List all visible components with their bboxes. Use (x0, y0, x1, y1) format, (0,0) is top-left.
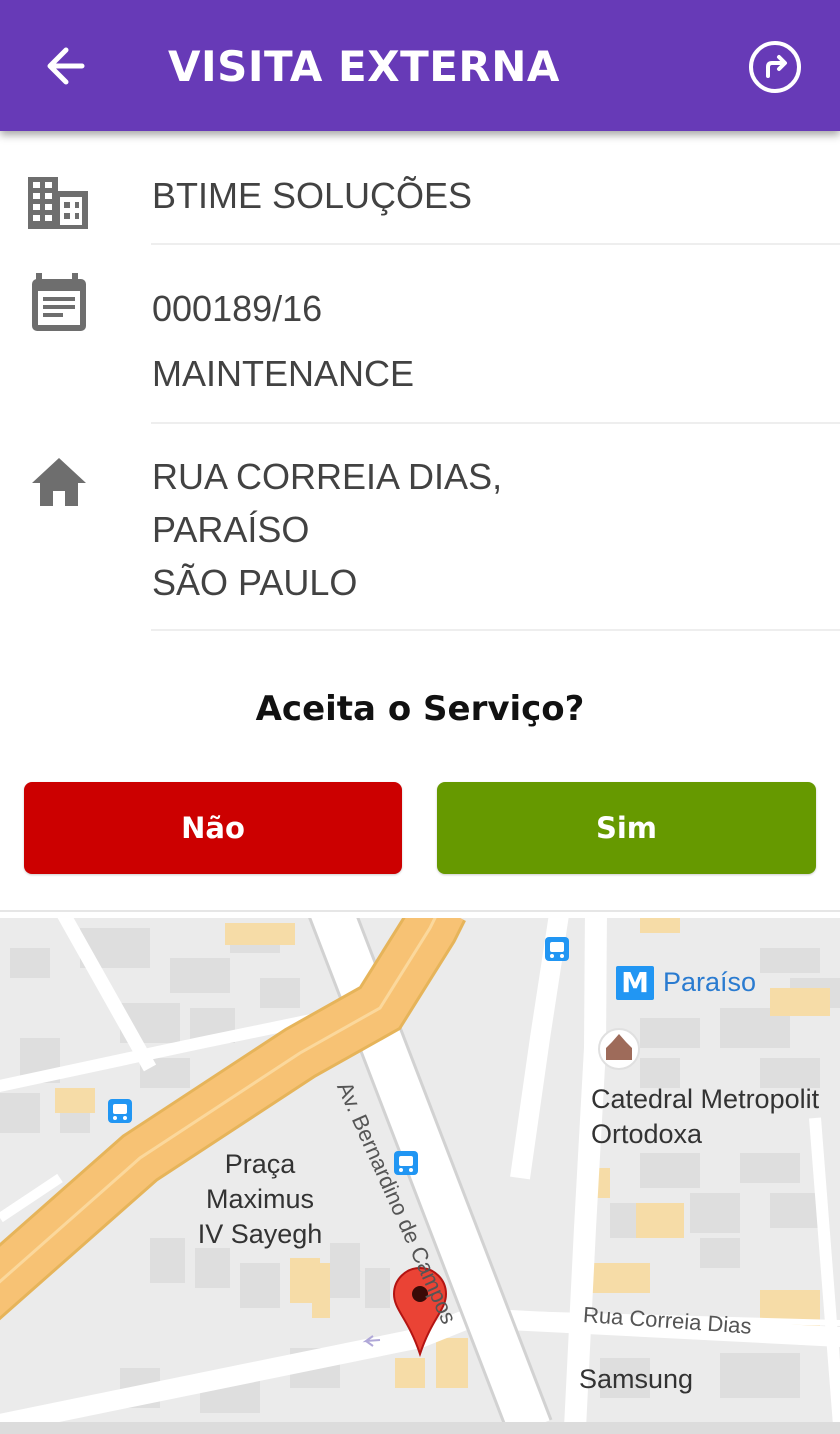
home-icon (32, 458, 86, 506)
order-number: 000189/16 (152, 288, 323, 329)
map-label-square: Maximus (205, 1184, 314, 1214)
bottom-edge (0, 1422, 840, 1434)
bus-stop-icon (108, 1099, 132, 1123)
address-row: RUA CORREIA DIAS, PARAÍSO SÃO PAULO (0, 424, 840, 630)
divider (0, 910, 840, 912)
address-district: PARAÍSO (152, 509, 310, 550)
bus-stop-icon (394, 1151, 418, 1175)
map-label-metro: Paraíso (663, 967, 757, 997)
church-icon (598, 1028, 640, 1070)
divider (151, 629, 840, 631)
app-bar: VISITA EXTERNA (0, 0, 840, 131)
order-type: MAINTENANCE (152, 353, 415, 394)
company-name: BTIME SOLUÇÕES (152, 175, 473, 216)
accept-button[interactable]: Sim (437, 782, 816, 874)
directions-icon (749, 41, 801, 93)
map-label-cathedral: Catedral Metropolit (591, 1084, 820, 1114)
order-row: 000189/16 MAINTENANCE (0, 245, 840, 423)
page-title: VISITA EXTERNA (168, 42, 560, 91)
business-icon (28, 177, 88, 229)
company-row: BTIME SOLUÇÕES (0, 131, 840, 245)
directions-button[interactable] (742, 34, 808, 100)
map-label-square: Praça (224, 1149, 296, 1179)
accept-question: Aceita o Serviço? (255, 689, 585, 729)
metro-icon: M (616, 966, 654, 1000)
address-city: SÃO PAULO (152, 562, 358, 603)
map-label-square: IV Sayegh (197, 1219, 323, 1249)
calendar-note-icon (32, 273, 86, 331)
arrow-back-icon (47, 47, 85, 85)
reject-button[interactable]: Não (24, 782, 402, 874)
map-label-cathedral-sub: Ortodoxa (591, 1119, 703, 1149)
bus-stop-icon (545, 937, 569, 961)
back-button[interactable] (30, 36, 100, 96)
map-label-store: Samsung (579, 1364, 694, 1394)
address-street: RUA CORREIA DIAS, (152, 456, 503, 497)
map-view[interactable]: M Paraíso Catedral Metropolit Ortodoxa P… (0, 918, 840, 1422)
